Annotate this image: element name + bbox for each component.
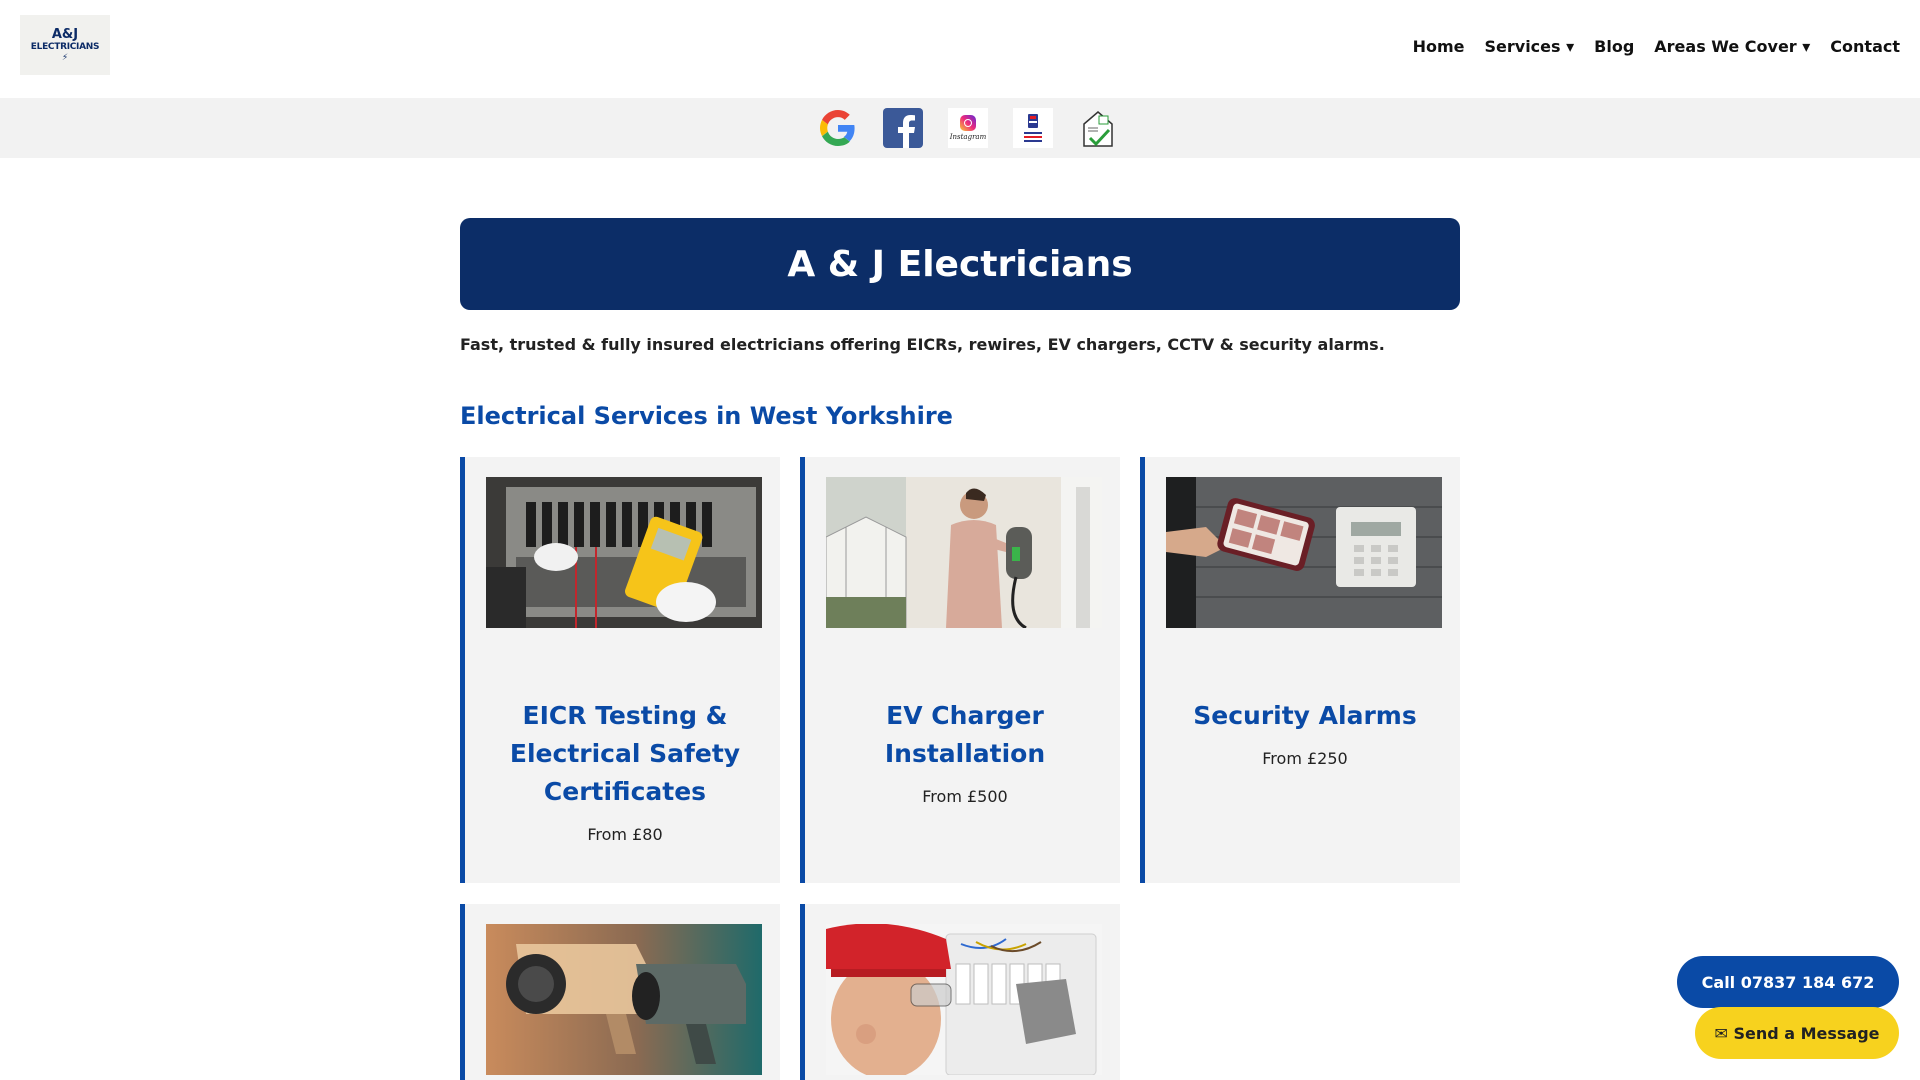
service-card-ev-charger[interactable]: EV Charger Installation From £500: [800, 457, 1120, 883]
service-card-security-alarms[interactable]: Security Alarms From £250: [1140, 457, 1460, 883]
social-icons-row: Instagram: [818, 108, 1118, 148]
trustmark-icon[interactable]: [1078, 108, 1118, 148]
napit-badge-icon[interactable]: [1013, 108, 1053, 148]
consumer-unit-photo: [826, 924, 1102, 1075]
main-nav: Home Services ▾ Blog Areas We Cover ▾ Co…: [1413, 37, 1900, 56]
service-price-ev-charger: From £500: [922, 787, 1008, 806]
security-alarm-photo: [1166, 477, 1442, 628]
ev-charger-photo: [826, 477, 1102, 628]
instagram-icon[interactable]: Instagram: [948, 108, 988, 148]
service-title-ev-charger: EV Charger Installation: [884, 701, 1046, 768]
electrician-testing-panel-photo: [486, 477, 762, 628]
logo-text-line1: A&J: [51, 26, 79, 42]
nav-areas-we-cover[interactable]: Areas We Cover ▾: [1654, 37, 1810, 56]
section-title: Electrical Services in West Yorkshire: [460, 402, 953, 430]
nav-services[interactable]: Services ▾: [1485, 37, 1575, 56]
nav-blog[interactable]: Blog: [1594, 37, 1634, 56]
instagram-camera-icon: [960, 115, 976, 131]
facebook-icon[interactable]: [883, 108, 923, 148]
service-price-security-alarms: From £250: [1262, 749, 1348, 768]
send-message-button[interactable]: ✉ Send a Message: [1695, 1007, 1899, 1059]
nav-contact[interactable]: Contact: [1830, 37, 1900, 56]
service-price-eicr: From £80: [587, 825, 663, 844]
nav-home[interactable]: Home: [1413, 37, 1465, 56]
hero-banner: A & J Electricians: [460, 218, 1460, 310]
service-title-eicr: EICR Testing & Electrical Safety Certifi…: [509, 701, 741, 806]
lightning-bolt-icon: ⚡: [61, 52, 69, 63]
service-card-eicr[interactable]: EICR Testing & Electrical Safety Certifi…: [460, 457, 780, 883]
cctv-camera-photo: [486, 924, 762, 1075]
intro-text: Fast, trusted & fully insured electricia…: [460, 335, 1385, 354]
service-title-security-alarms: Security Alarms: [1193, 701, 1417, 730]
service-card-consumer-unit[interactable]: [800, 904, 1120, 1080]
logo-text-line2: ELECTRICIANS: [30, 41, 100, 52]
google-icon[interactable]: [818, 108, 858, 148]
instagram-wordmark: Instagram: [949, 133, 987, 141]
call-button[interactable]: Call 07837 184 672: [1677, 956, 1899, 1008]
service-card-cctv[interactable]: [460, 904, 780, 1080]
site-header: A&J ELECTRICIANS ⚡ Home Services ▾ Blog …: [0, 0, 1920, 98]
site-logo[interactable]: A&J ELECTRICIANS ⚡: [20, 15, 110, 75]
page-title: A & J Electricians: [787, 243, 1133, 285]
